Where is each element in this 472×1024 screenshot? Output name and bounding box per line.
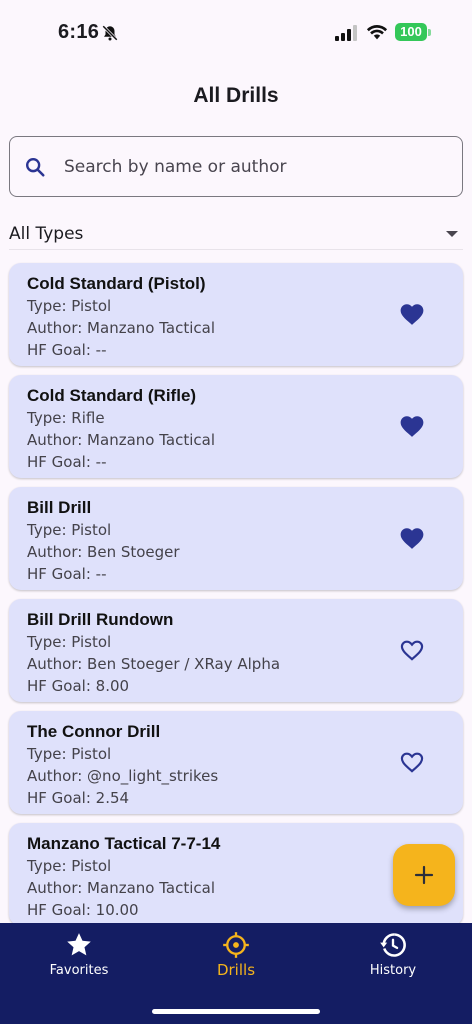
drill-goal: HF Goal: 8.00	[27, 677, 130, 695]
heart-outline-icon[interactable]	[399, 750, 425, 774]
star-icon	[67, 933, 91, 956]
search-input[interactable]	[64, 156, 424, 177]
drill-goal: HF Goal: 2.54	[27, 789, 130, 807]
nav-item-drills[interactable]: Drills	[176, 931, 296, 987]
battery-nub	[428, 29, 431, 36]
drill-author: Author: Ben Stoeger / XRay Alpha	[27, 655, 281, 673]
drill-type: Type: Pistol	[27, 745, 112, 763]
drill-goal: HF Goal: --	[27, 453, 107, 471]
drill-name: Bill Drill	[27, 498, 92, 517]
status-time: 6:16	[58, 21, 100, 43]
battery-indicator: 100	[395, 23, 427, 41]
search-icon	[26, 157, 45, 177]
nav-label-drills: Drills	[216, 961, 256, 979]
drill-name: Cold Standard (Rifle)	[27, 386, 197, 405]
drill-card[interactable]: Cold Standard (Rifle) Type: Rifle Author…	[9, 375, 463, 478]
heart-filled-icon[interactable]	[399, 302, 425, 326]
history-icon	[380, 933, 406, 957]
page-title: All Drills	[193, 84, 279, 107]
drill-type: Type: Pistol	[27, 633, 112, 651]
wifi-icon	[366, 25, 388, 40]
nav-label-favorites: Favorites	[49, 963, 109, 978]
drill-name: Cold Standard (Pistol)	[27, 274, 206, 293]
drill-author: Author: @no_light_strikes	[27, 767, 219, 785]
nav-item-favorites[interactable]: Favorites	[19, 931, 139, 987]
bottom-nav: Favorites Drills History	[0, 923, 472, 1024]
drill-type: Type: Pistol	[27, 857, 112, 875]
nav-item-history[interactable]: History	[333, 931, 453, 987]
heart-filled-icon[interactable]	[399, 526, 425, 550]
add-drill-button[interactable]	[393, 844, 455, 906]
heart-outline-icon[interactable]	[399, 638, 425, 662]
drill-card[interactable]: Cold Standard (Pistol) Type: Pistol Auth…	[9, 263, 463, 366]
status-bar: 6:16 100	[0, 0, 472, 64]
heart-filled-icon[interactable]	[399, 414, 425, 438]
drill-card[interactable]: The Connor Drill Type: Pistol Author: @n…	[9, 711, 463, 814]
drill-type: Type: Rifle	[27, 409, 105, 427]
home-indicator	[152, 1009, 320, 1014]
drill-author: Author: Manzano Tactical	[27, 879, 215, 897]
search-box[interactable]	[9, 136, 463, 197]
drill-author: Author: Manzano Tactical	[27, 431, 215, 449]
drill-card[interactable]: Bill Drill Rundown Type: Pistol Author: …	[9, 599, 463, 702]
type-filter-dropdown[interactable]: All Types	[9, 218, 463, 250]
drill-name: Bill Drill Rundown	[27, 610, 174, 629]
drill-type: Type: Pistol	[27, 521, 112, 539]
nav-label-history: History	[369, 963, 417, 978]
plus-icon	[414, 865, 434, 885]
drill-name: Manzano Tactical 7-7-14	[27, 834, 221, 853]
drill-author: Author: Ben Stoeger	[27, 543, 180, 561]
cellular-signal-icon	[335, 25, 357, 41]
drill-card[interactable]: Bill Drill Type: Pistol Author: Ben Stoe…	[9, 487, 463, 590]
dropdown-arrow-icon	[446, 230, 458, 237]
crosshair-icon	[223, 932, 249, 958]
type-filter-value: All Types	[9, 223, 84, 244]
drill-author: Author: Manzano Tactical	[27, 319, 215, 337]
drill-list: Cold Standard (Pistol) Type: Pistol Auth…	[9, 263, 463, 935]
drill-goal: HF Goal: 10.00	[27, 901, 139, 919]
drill-goal: HF Goal: --	[27, 565, 107, 583]
drill-type: Type: Pistol	[27, 297, 112, 315]
bell-off-icon	[102, 25, 118, 41]
drill-goal: HF Goal: --	[27, 341, 107, 359]
drill-name: The Connor Drill	[27, 722, 161, 741]
